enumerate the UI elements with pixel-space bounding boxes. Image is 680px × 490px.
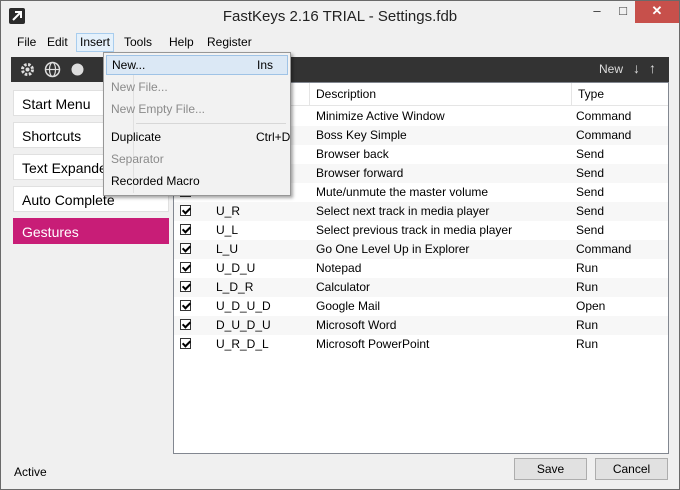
enabled-checkbox[interactable] bbox=[180, 243, 191, 254]
type-cell: Open bbox=[576, 299, 606, 313]
description-cell: Mute/unmute the master volume bbox=[316, 185, 489, 199]
gesture-cell: U_D_U_D bbox=[216, 299, 271, 313]
menu-item-label: New... bbox=[112, 58, 146, 72]
type-cell: Command bbox=[576, 242, 632, 256]
menu-item-new-file: New File... bbox=[106, 77, 288, 97]
move-up-icon[interactable]: ↑ bbox=[649, 60, 656, 76]
table-row[interactable]: L_D_R Calculator Run bbox=[174, 278, 668, 297]
maximize-button[interactable]: □ bbox=[610, 1, 636, 23]
title-bar[interactable]: FastKeys 2.16 TRIAL - Settings.fdb – □ ✕ bbox=[1, 1, 679, 31]
description-cell: Google Mail bbox=[316, 299, 381, 313]
insert-menu-dropdown: New... Ins New File... New Empty File...… bbox=[103, 52, 291, 196]
app-window: FastKeys 2.16 TRIAL - Settings.fdb – □ ✕… bbox=[0, 0, 680, 490]
type-cell: Run bbox=[576, 261, 599, 275]
menu-item-shortcut: Ins bbox=[257, 58, 274, 72]
description-cell: Go One Level Up in Explorer bbox=[316, 242, 470, 256]
table-row[interactable]: U_L Select previous track in media player… bbox=[174, 221, 668, 240]
type-cell: Send bbox=[576, 185, 605, 199]
gesture-cell: L_U bbox=[216, 242, 239, 256]
cancel-button[interactable]: Cancel bbox=[595, 458, 668, 480]
enabled-checkbox[interactable] bbox=[180, 319, 191, 330]
move-down-icon[interactable]: ↓ bbox=[633, 60, 640, 76]
menu-item-label: Separator bbox=[111, 152, 164, 166]
window-title: FastKeys 2.16 TRIAL - Settings.fdb bbox=[222, 8, 458, 25]
menu-item-shortcut: Ctrl+D bbox=[256, 130, 291, 144]
description-cell: Minimize Active Window bbox=[316, 109, 445, 123]
type-cell: Send bbox=[576, 223, 605, 237]
save-button[interactable]: Save bbox=[514, 458, 587, 480]
table-row[interactable]: L_U Go One Level Up in Explorer Command bbox=[174, 240, 668, 259]
menu-register[interactable]: Register bbox=[204, 34, 255, 51]
menu-item-label: Recorded Macro bbox=[111, 174, 200, 188]
gesture-cell: U_D_U bbox=[216, 261, 256, 275]
enabled-checkbox[interactable] bbox=[180, 262, 191, 273]
gesture-cell: U_L bbox=[216, 223, 239, 237]
minimize-button[interactable]: – bbox=[584, 1, 610, 23]
globe-icon[interactable] bbox=[44, 61, 61, 78]
gesture-cell: L_D_R bbox=[216, 280, 254, 294]
new-button[interactable]: New bbox=[599, 62, 623, 76]
menu-bar: File Edit Insert Tools Help Register bbox=[1, 32, 679, 52]
menu-item-label: New File... bbox=[111, 80, 168, 94]
status-text: Active bbox=[14, 465, 47, 479]
menu-item-label: New Empty File... bbox=[111, 102, 206, 116]
type-cell: Send bbox=[576, 147, 605, 161]
type-cell: Command bbox=[576, 128, 632, 142]
gesture-cell: U_R bbox=[216, 204, 241, 218]
description-cell: Select previous track in media player bbox=[316, 223, 513, 237]
description-cell: Microsoft Word bbox=[316, 318, 397, 332]
table-row[interactable]: U_D_U Notepad Run bbox=[174, 259, 668, 278]
menu-insert[interactable]: Insert bbox=[76, 33, 115, 52]
table-row[interactable]: U_R Select next track in media player Send bbox=[174, 202, 668, 221]
type-cell: Run bbox=[576, 318, 599, 332]
close-button[interactable]: ✕ bbox=[635, 1, 679, 23]
description-cell: Notepad bbox=[316, 261, 362, 275]
menu-item-separator: Separator bbox=[106, 149, 288, 169]
menu-item-new[interactable]: New... Ins bbox=[106, 55, 288, 75]
menu-item-label: Duplicate bbox=[111, 130, 162, 144]
menu-separator bbox=[136, 123, 286, 124]
menu-edit[interactable]: Edit bbox=[44, 34, 71, 51]
enabled-checkbox[interactable] bbox=[180, 205, 191, 216]
gesture-cell: D_U_D_U bbox=[216, 318, 271, 332]
type-cell: Run bbox=[576, 337, 599, 351]
description-cell: Browser forward bbox=[316, 166, 404, 180]
partial-icon[interactable] bbox=[69, 61, 86, 78]
menu-help[interactable]: Help bbox=[166, 34, 197, 51]
description-cell: Calculator bbox=[316, 280, 371, 294]
enabled-checkbox[interactable] bbox=[180, 300, 191, 311]
enabled-checkbox[interactable] bbox=[180, 224, 191, 235]
description-cell: Boss Key Simple bbox=[316, 128, 407, 142]
table-row[interactable]: U_D_U_D Google Mail Open bbox=[174, 297, 668, 316]
column-header-description[interactable]: Description bbox=[309, 83, 571, 105]
enabled-checkbox[interactable] bbox=[180, 338, 191, 349]
type-cell: Command bbox=[576, 109, 632, 123]
menu-item-recorded-macro[interactable]: Recorded Macro bbox=[106, 171, 288, 191]
description-cell: Select next track in media player bbox=[316, 204, 490, 218]
column-header-type[interactable]: Type bbox=[571, 83, 668, 105]
menu-item-duplicate[interactable]: Duplicate Ctrl+D bbox=[106, 127, 291, 147]
menu-item-new-empty-file: New Empty File... bbox=[106, 99, 288, 119]
type-cell: Run bbox=[576, 280, 599, 294]
type-cell: Send bbox=[576, 204, 605, 218]
table-row[interactable]: U_R_D_L Microsoft PowerPoint Run bbox=[174, 335, 668, 354]
sidebar-item-gestures[interactable]: Gestures bbox=[13, 218, 169, 244]
menu-tools[interactable]: Tools bbox=[121, 34, 155, 51]
type-cell: Send bbox=[576, 166, 605, 180]
table-row[interactable]: D_U_D_U Microsoft Word Run bbox=[174, 316, 668, 335]
menu-file[interactable]: File bbox=[14, 34, 39, 51]
description-cell: Browser back bbox=[316, 147, 389, 161]
gesture-cell: U_R_D_L bbox=[216, 337, 269, 351]
gear-icon[interactable] bbox=[19, 61, 36, 78]
enabled-checkbox[interactable] bbox=[180, 281, 191, 292]
description-cell: Microsoft PowerPoint bbox=[316, 337, 430, 351]
